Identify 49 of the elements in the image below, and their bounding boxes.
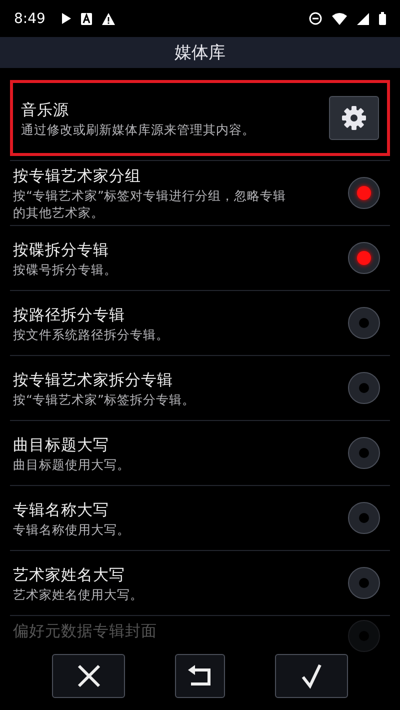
do-not-disturb-icon bbox=[309, 12, 322, 25]
wifi-icon bbox=[332, 12, 347, 24]
status-time: 8:49 bbox=[14, 10, 46, 26]
option-row[interactable]: 按专辑艺术家拆分专辑 按“专辑艺术家”标签拆分专辑。 bbox=[10, 356, 390, 420]
settings-icon bbox=[341, 105, 367, 131]
option-row[interactable]: 专辑名称大写 专辑名称使用大写。 bbox=[10, 486, 390, 550]
option-row[interactable]: 按碟拆分专辑 按碟号拆分专辑。 bbox=[10, 226, 390, 290]
close-icon bbox=[76, 664, 100, 688]
undo-button[interactable] bbox=[175, 654, 225, 698]
cancel-button[interactable] bbox=[52, 654, 125, 698]
option-title: 专辑名称大写 bbox=[13, 500, 110, 520]
setting-title: 音乐源 bbox=[21, 100, 70, 120]
option-title: 偏好元数据专辑封面 bbox=[13, 621, 158, 642]
option-title: 艺术家姓名大写 bbox=[13, 564, 126, 586]
option-title: 按路径拆分专辑 bbox=[13, 304, 126, 326]
radio-button[interactable] bbox=[348, 307, 380, 339]
signal-icon bbox=[357, 12, 369, 24]
music-source-row[interactable]: 音乐源 通过修改或刷新媒体库源来管理其内容。 bbox=[10, 80, 390, 156]
settings-button[interactable] bbox=[329, 96, 379, 140]
option-title: 按专辑艺术家拆分专辑 bbox=[13, 370, 174, 390]
option-title: 曲目标题大写 bbox=[13, 434, 110, 456]
radio-button[interactable] bbox=[348, 567, 380, 599]
confirm-button[interactable] bbox=[275, 654, 348, 698]
play-icon bbox=[61, 13, 72, 24]
option-description: 曲目标题使用大写。 bbox=[13, 456, 131, 472]
setting-description: 通过修改或刷新媒体库源来管理其内容。 bbox=[21, 120, 256, 138]
option-description: 艺术家姓名使用大写。 bbox=[13, 586, 144, 602]
check-icon bbox=[300, 663, 322, 689]
radio-button[interactable] bbox=[348, 242, 380, 274]
battery-icon bbox=[379, 12, 386, 25]
radio-button[interactable] bbox=[348, 372, 380, 404]
radio-button[interactable] bbox=[348, 177, 380, 209]
screen-title: 媒体库 bbox=[174, 42, 226, 64]
option-description: 专辑名称使用大写。 bbox=[13, 520, 131, 538]
radio-button[interactable] bbox=[348, 437, 380, 469]
option-row[interactable]: 按路径拆分专辑 按文件系统路径拆分专辑。 bbox=[10, 291, 390, 355]
undo-icon bbox=[187, 665, 213, 687]
app-notification-icon bbox=[81, 12, 92, 24]
option-row[interactable]: 艺术家姓名大写 艺术家姓名使用大写。 bbox=[10, 551, 390, 615]
option-row[interactable]: 曲目标题大写 曲目标题使用大写。 bbox=[10, 421, 390, 485]
warning-icon bbox=[102, 12, 116, 24]
option-description: 按“专辑艺术家”标签对专辑进行分组，忽略专辑的其他艺术家。 bbox=[13, 187, 287, 221]
option-title: 按专辑艺术家分组 bbox=[13, 166, 142, 187]
option-title: 按碟拆分专辑 bbox=[13, 240, 110, 260]
radio-button[interactable] bbox=[348, 502, 380, 534]
option-row[interactable]: 按专辑艺术家分组 按“专辑艺术家”标签对专辑进行分组，忽略专辑的其他艺术家。 bbox=[10, 161, 390, 225]
option-description: 按“专辑艺术家”标签拆分专辑。 bbox=[13, 390, 196, 408]
option-description: 按文件系统路径拆分专辑。 bbox=[13, 326, 170, 342]
option-description: 按碟号拆分专辑。 bbox=[13, 260, 118, 278]
